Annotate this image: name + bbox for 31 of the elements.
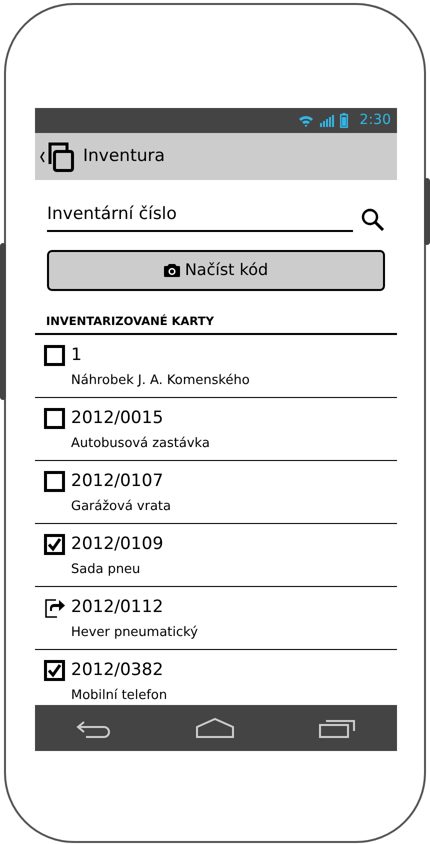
recent-apps-icon[interactable] xyxy=(318,717,356,739)
scan-code-button[interactable]: Načíst kód xyxy=(47,250,385,290)
signal-icon xyxy=(320,114,334,126)
wifi-icon xyxy=(298,114,314,126)
inventory-number: 2012/0112 xyxy=(71,596,164,619)
item-name: Sada pneu xyxy=(71,561,142,580)
clock-time: 2:30 xyxy=(360,111,391,130)
share-arrow-icon[interactable] xyxy=(44,597,65,618)
item-name: Náhrobek J. A. Komenského xyxy=(71,372,251,390)
search-icon[interactable] xyxy=(361,208,385,232)
checkbox[interactable] xyxy=(44,408,65,429)
power-key xyxy=(424,178,430,245)
inventory-number: 1 xyxy=(71,344,82,367)
checkbox[interactable] xyxy=(44,471,65,492)
item-name: Mobilní telefon xyxy=(71,687,168,706)
inventory-number: 2012/0382 xyxy=(71,658,164,682)
item-name: Autobusová zastávka xyxy=(71,435,211,454)
inventory-number: 2012/0109 xyxy=(71,532,164,556)
inventory-number: 2012/0107 xyxy=(71,470,164,493)
checkbox[interactable] xyxy=(44,660,65,681)
app-title: Inventura xyxy=(83,144,165,168)
checkbox[interactable] xyxy=(44,345,65,366)
checkbox[interactable] xyxy=(44,534,65,555)
home-icon[interactable] xyxy=(194,717,235,739)
inventory-number: 2012/0015 xyxy=(71,406,164,430)
battery-icon xyxy=(340,113,348,128)
item-name: Hever pneumatický xyxy=(71,624,199,642)
inventory-number-field[interactable]: Inventární číslo xyxy=(47,202,353,232)
section-heading: INVENTARIZOVANÉ KARTY xyxy=(46,312,215,330)
camera-icon xyxy=(164,264,180,276)
item-name: Garážová vrata xyxy=(71,498,172,516)
